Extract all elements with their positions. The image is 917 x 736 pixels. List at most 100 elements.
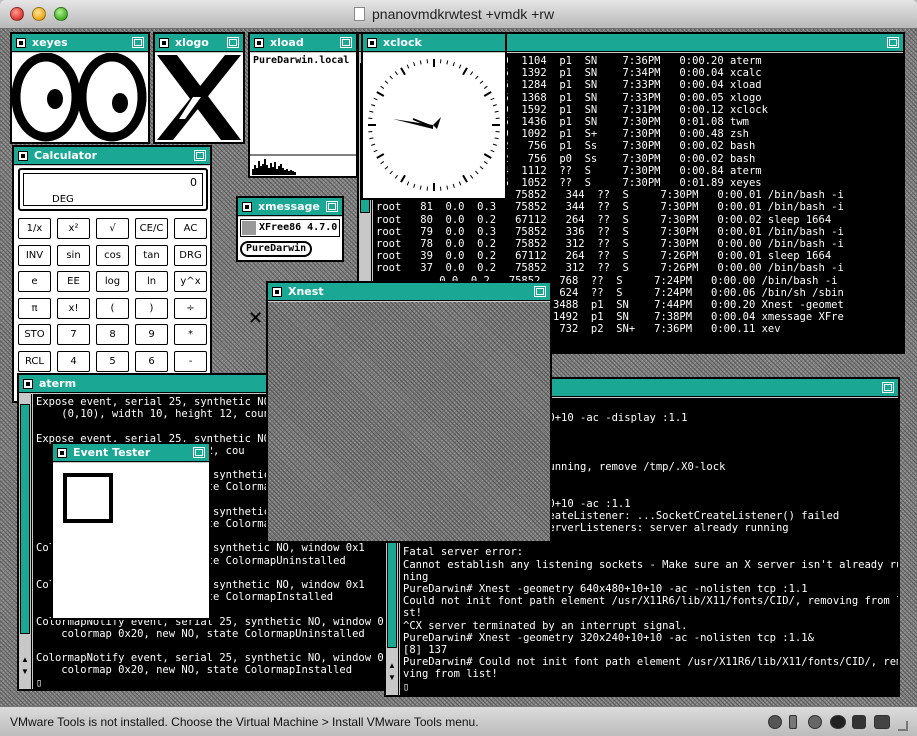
resize-icon[interactable] [326,201,338,212]
xlogo-canvas [155,53,243,142]
clock-tick [394,174,398,179]
event-tester-window[interactable]: Event Tester [51,442,211,620]
iconify-icon[interactable] [367,38,377,48]
calc-key-3-4[interactable]: ÷ [174,297,207,319]
event-tester-titlebar[interactable]: Event Tester [53,444,209,462]
camera-icon[interactable] [852,715,866,729]
calc-key-0-1[interactable]: x² [57,218,90,239]
clock-tick [483,153,492,159]
resize-icon[interactable] [340,37,352,48]
iconify-icon[interactable] [242,202,252,212]
calc-key-2-0[interactable]: e [18,271,51,292]
resize-icon[interactable] [193,447,205,458]
xlogo-window[interactable]: xlogo [153,32,245,144]
calculator-titlebar[interactable]: Calculator [14,147,210,165]
iconify-icon[interactable] [18,151,28,161]
scrollbar-stub[interactable] [242,221,256,235]
calc-key-5-3[interactable]: 6 [135,350,168,372]
calc-key-1-2[interactable]: cos [96,244,129,266]
x-logo-icon [157,55,241,140]
xeyes-window[interactable]: xeyes [10,32,150,144]
calc-key-1-0[interactable]: INV [18,244,51,266]
calc-key-3-0[interactable]: π [18,297,51,319]
calc-key-4-3[interactable]: 9 [135,324,168,345]
iconify-icon[interactable] [16,38,26,48]
calc-key-3-1[interactable]: x! [57,297,90,319]
calc-key-2-1[interactable]: EE [57,271,90,292]
iconify-icon[interactable] [23,379,33,389]
resize-icon[interactable] [132,37,144,48]
xload-graph: PureDarwin.local [250,53,356,176]
calc-key-5-0[interactable]: RCL [18,350,51,372]
x11-desktop[interactable]: ▼ 0.8 76620 1104 p1 SN 7:36PM 0:00.20 at… [0,29,917,706]
resize-icon[interactable] [227,37,239,48]
eyes-icon [12,53,147,142]
keyboard-icon[interactable] [874,715,890,729]
event-tester-square[interactable] [63,473,113,523]
clock-tick [475,75,479,80]
calc-key-2-3[interactable]: ln [135,271,168,292]
xnest-window[interactable]: Xnest [266,281,552,543]
calc-key-1-3[interactable]: tan [135,244,168,266]
xeyes-titlebar[interactable]: xeyes [12,34,148,52]
xload-window[interactable]: xload PureDarwin.local [248,32,358,178]
bluetooth-icon[interactable] [789,715,797,729]
network-icon[interactable] [808,715,822,729]
xclock-window[interactable]: xclock [361,32,507,200]
window-titlebar[interactable]: pnanovmdkrwtest +vmdk +rw [0,0,917,29]
xnest-nested-display[interactable] [268,302,550,541]
scrollbar-thumb[interactable] [20,404,30,634]
calc-key-4-4[interactable]: * [174,324,207,345]
iconify-icon[interactable] [159,38,169,48]
usb-icon[interactable] [830,715,846,729]
resize-icon[interactable] [534,286,546,297]
iconify-icon[interactable] [254,38,264,48]
xmessage-window[interactable]: xmessage XFree86 4.7.0 PureDarwin [236,196,344,262]
calc-key-2-4[interactable]: y^x [174,271,207,292]
calc-key-5-4[interactable]: - [174,350,207,372]
clock-tick [483,85,488,89]
calc-key-0-4[interactable]: AC [174,218,207,239]
scroll-up-arrow-icon[interactable]: ▲ [387,661,397,671]
puredarwin-button[interactable]: PureDarwin [240,241,313,257]
calc-key-2-2[interactable]: log [96,271,129,292]
close-window-button[interactable] [10,7,24,21]
calc-key-4-0[interactable]: STO [18,324,51,345]
calc-key-5-2[interactable]: 5 [96,350,129,372]
minimize-window-button[interactable] [32,7,46,21]
resize-icon[interactable] [887,37,899,48]
xlogo-titlebar[interactable]: xlogo [155,34,243,52]
clock-tick [490,97,495,101]
clock-tick [492,143,497,146]
iconify-icon[interactable] [272,287,282,297]
scroll-down-arrow-icon[interactable]: ▼ [20,667,30,677]
calc-key-5-1[interactable]: 4 [57,350,90,372]
resize-grip-icon[interactable] [898,721,908,731]
calc-key-1-1[interactable]: sin [57,244,90,266]
calculator-window[interactable]: Calculator 0 DEG 1/x x² √ CE/C AC INV sin cos ta… [12,145,212,403]
event-tester-canvas[interactable] [53,463,209,618]
scroll-up-arrow-icon[interactable]: ▲ [20,655,30,665]
clock-tick [490,149,495,153]
terminal-line: PureDarwin# Could not init font path ele… [403,656,898,669]
calc-key-0-2[interactable]: √ [96,218,129,239]
calc-key-3-2[interactable]: ( [96,297,129,319]
resize-icon[interactable] [194,150,206,161]
calc-key-4-2[interactable]: 8 [96,324,129,345]
iconify-icon[interactable] [57,448,67,458]
resize-icon[interactable] [882,382,894,393]
calc-key-3-3[interactable]: ) [135,297,168,319]
scroll-down-arrow-icon[interactable]: ▼ [387,673,397,683]
calc-key-0-0[interactable]: 1/x [18,218,51,239]
aterm-scrollbar[interactable]: ▲ ▼ [19,394,32,689]
calc-key-0-3[interactable]: CE/C [135,218,168,239]
xclock-titlebar[interactable]: xclock [363,34,505,52]
zoom-window-button[interactable] [54,7,68,21]
xload-titlebar[interactable]: xload [250,34,356,52]
calc-key-4-1[interactable]: 7 [57,324,90,345]
clock-tick [446,60,449,65]
xmessage-titlebar[interactable]: xmessage [238,198,342,216]
calc-key-1-4[interactable]: DRG [174,244,207,266]
cdrom-icon[interactable] [768,715,782,729]
xnest-titlebar[interactable]: Xnest [268,283,550,301]
